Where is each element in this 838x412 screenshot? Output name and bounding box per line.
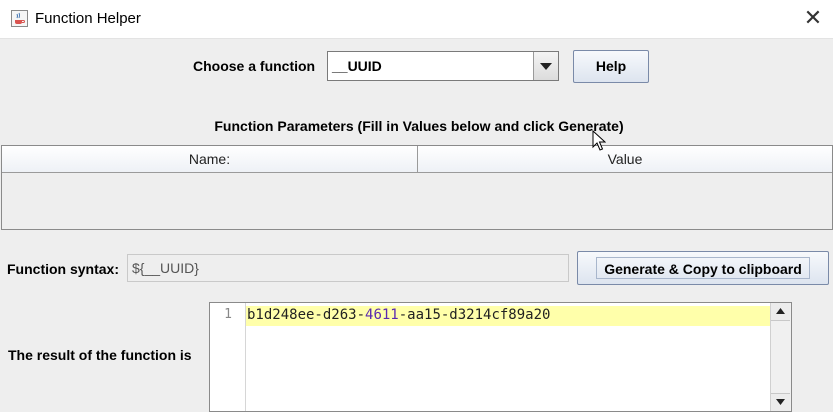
scroll-down-button[interactable] — [771, 393, 790, 411]
close-icon[interactable]: ✕ — [800, 6, 826, 32]
result-text-part: -aa15-d3214cf89a20 — [398, 307, 551, 323]
function-dropdown[interactable]: __UUID — [327, 51, 559, 81]
choose-function-label: Choose a function — [193, 58, 316, 74]
vertical-scrollbar[interactable] — [770, 303, 791, 411]
parameters-table[interactable]: Name: Value — [1, 145, 833, 230]
help-button[interactable]: Help — [573, 50, 649, 83]
line-number: 1 — [224, 307, 232, 322]
dropdown-arrow-button[interactable] — [533, 52, 558, 80]
function-syntax-label: Function syntax: — [7, 261, 120, 277]
window-title: Function Helper — [35, 10, 141, 27]
generate-copy-button-label: Generate & Copy to clipboard — [596, 257, 810, 279]
result-editor[interactable]: 1 b1d248ee-d263-4611-aa15-d3214cf89a20 — [209, 302, 792, 412]
arrow-down-icon — [776, 399, 785, 405]
column-header-value[interactable]: Value — [418, 146, 832, 172]
result-text[interactable]: b1d248ee-d263-4611-aa15-d3214cf89a20 — [247, 307, 550, 323]
window-edge — [833, 38, 838, 412]
java-coffee-icon — [11, 10, 28, 27]
result-text-number: 4611 — [365, 307, 399, 323]
parameters-title: Function Parameters (Fill in Values belo… — [214, 118, 624, 134]
function-syntax-field[interactable]: ${__UUID} — [127, 254, 569, 282]
generate-copy-button[interactable]: Generate & Copy to clipboard — [577, 251, 829, 285]
title-bar: Function Helper ✕ — [0, 0, 838, 39]
chevron-down-icon — [540, 63, 552, 70]
arrow-up-icon — [776, 308, 785, 314]
function-dropdown-value: __UUID — [332, 58, 382, 74]
scroll-up-button[interactable] — [771, 303, 790, 321]
line-number-gutter: 1 — [210, 303, 246, 411]
column-header-name[interactable]: Name: — [2, 146, 418, 172]
table-header: Name: Value — [2, 146, 832, 173]
result-label: The result of the function is — [8, 347, 192, 363]
result-text-part: b1d248ee-d263- — [247, 307, 366, 323]
mouse-pointer-icon — [592, 130, 606, 151]
